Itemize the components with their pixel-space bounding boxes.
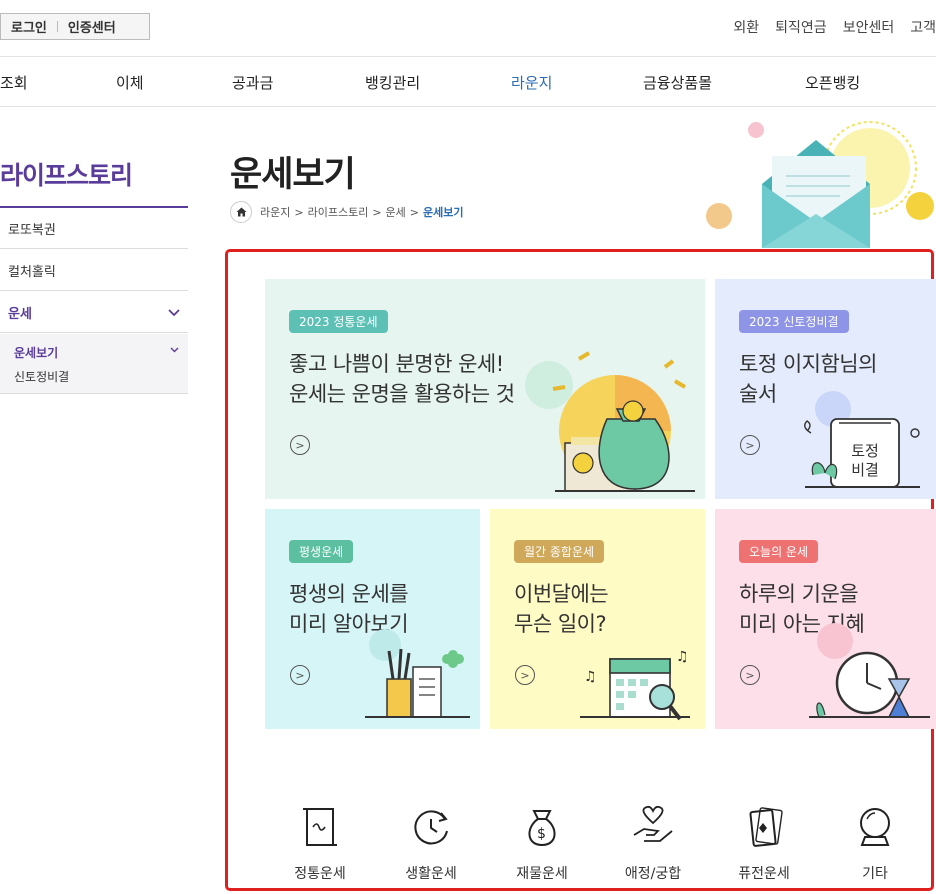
util-link-security[interactable]: 보안센터 [843,17,895,37]
page-title: 운세보기 [230,155,356,195]
scroll-icon [303,808,337,846]
gnb-item-product-mall[interactable]: 금융상품몰 [643,72,712,93]
category-label: 재물운세 [516,866,568,882]
cycle-clock-icon [414,810,448,845]
sidebar-submenu: 운세보기 신토정비결 [0,334,188,394]
category-label: 애정/궁합 [624,866,682,882]
category-label: 생활운세 [405,866,457,882]
money-bag-illustration [525,351,695,492]
sidebar-item-label: 운세 [8,306,32,322]
pencil-cup-illustration [365,629,470,718]
svg-text:♫: ♫ [676,649,689,665]
util-link-pension[interactable]: 퇴직연금 [775,17,827,37]
gnb-item-transfer[interactable]: 이체 [116,72,144,93]
breadcrumb-separator: > [409,205,420,219]
card-monthly-fortune[interactable]: 월간 종합운세 이번달에는 무슨 일이? > ♫ ♫ [490,509,705,729]
gnb-item-banking-manage[interactable]: 뱅킹관리 [365,72,420,93]
sidebar-item-culture[interactable]: 컬처홀릭 [0,250,188,291]
sidebar-subitem-tojeong[interactable]: 신토정비결 [14,368,69,385]
envelope-illustration [706,121,934,248]
card-lifetime-fortune[interactable]: 평생운세 평생의 운세를 미리 알아보기 > [265,509,480,729]
category-traditional[interactable]: 정통운세 [265,805,375,883]
category-label: 기타 [862,866,888,882]
util-link-customer[interactable]: 고객 [910,17,936,37]
tojeong-book-label: 토정 비결 [851,442,879,479]
sidebar-item-label: 컬처홀릭 [8,264,56,280]
crystal-ball-icon [860,808,890,846]
arrow-right-icon[interactable]: > [740,435,760,455]
category-label: 퓨전운세 [738,866,790,882]
auth-center-link[interactable]: 인증센터 [58,17,126,36]
card-badge: 평생운세 [289,540,354,563]
money-bag-icon: $ [528,810,556,847]
card-today-fortune[interactable]: 오늘의 운세 하루의 기운을 미리 아는 지혜 > [715,509,936,729]
breadcrumb-separator: > [294,205,304,219]
card-icon [749,807,783,847]
card-badge: 오늘의 운세 [739,540,819,563]
category-fusion[interactable]: 퓨전운세 [709,805,819,883]
calendar-magnifier-illustration: ♫ ♫ [580,649,690,721]
arrow-right-icon[interactable]: > [740,665,760,685]
login-auth-group: 로그인 인증센터 [0,13,150,40]
card-badge: 2023 신토정비결 [739,310,849,333]
chevron-down-icon [170,347,179,353]
card-new-tojeong[interactable]: 2023 신토정비결 토정 이지함님의 술서 > 토정 비결 [715,279,936,499]
arrow-right-icon[interactable]: > [515,665,535,685]
card-text: 좋고 나쁨이 분명한 운세! 운세는 운명을 활용하는 것 [289,352,515,406]
arrow-right-icon[interactable]: > [290,665,310,685]
login-link[interactable]: 로그인 [1,17,57,36]
category-daily[interactable]: 생활운세 [376,805,486,883]
sidebar-item-label: 로또복권 [8,222,56,238]
svg-text:♫: ♫ [584,669,597,685]
category-etc[interactable]: 기타 [820,805,930,883]
divider [0,56,936,57]
chevron-down-icon [168,309,180,317]
card-traditional-fortune[interactable]: 2023 정통운세 좋고 나쁨이 분명한 운세! 운세는 운명을 활용하는 것 … [265,279,705,499]
clock-hourglass-illustration [809,623,930,718]
breadcrumb-item[interactable]: 라운지 [260,204,290,220]
gnb-item-lounge[interactable]: 라운지 [511,72,552,93]
breadcrumb-item[interactable]: 운세 [386,204,406,220]
category-label: 정통운세 [294,866,346,882]
home-icon[interactable] [230,201,252,223]
breadcrumb: 라운지 > 라이프스토리 > 운세 > 운세보기 [230,201,464,223]
utility-links: 외환 퇴직연금 보안센터 고객 [733,17,936,37]
category-wealth[interactable]: $ 재물운세 [487,805,597,883]
util-link-fx[interactable]: 외환 [733,17,759,37]
svg-text:$: $ [537,826,546,842]
breadcrumb-item[interactable]: 라이프스토리 [308,204,369,220]
sidebar-subitem-fortune-view[interactable]: 운세보기 [14,344,58,361]
category-love-match[interactable]: 애정/궁합 [598,805,708,883]
breadcrumb-current: 운세보기 [423,206,464,219]
card-badge: 월간 종합운세 [514,540,605,563]
sidebar-item-fortune[interactable]: 운세 [0,292,188,333]
divider [0,106,936,107]
card-text: 이번달에는 무슨 일이? [514,582,609,636]
arrow-right-icon[interactable]: > [290,435,310,455]
gnb-item-open-banking[interactable]: 오픈뱅킹 [805,72,860,93]
breadcrumb-separator: > [372,205,382,219]
heart-hand-icon [633,805,673,842]
gnb-item-inquiry[interactable]: 조회 [0,72,28,93]
sidebar-item-lotto[interactable]: 로또복권 [0,208,188,249]
sidebar-title: 라이프스토리 [0,161,133,190]
card-badge: 2023 정통운세 [289,310,388,333]
gnb-item-utility[interactable]: 공과금 [232,72,273,93]
